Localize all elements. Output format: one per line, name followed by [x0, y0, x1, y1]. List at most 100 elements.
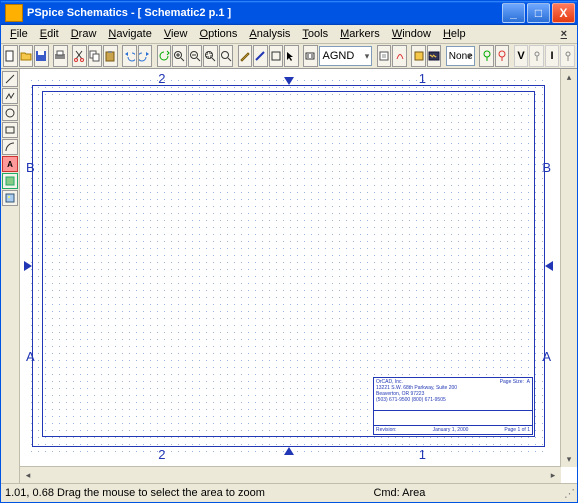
new-button[interactable]	[3, 45, 18, 67]
get-part-button[interactable]	[303, 45, 318, 67]
menu-view[interactable]: View	[158, 27, 194, 41]
line-icon	[5, 74, 15, 84]
scroll-left-button[interactable]: ◂	[20, 467, 36, 483]
menu-edit[interactable]: Edit	[34, 27, 65, 41]
redo-button[interactable]	[138, 45, 153, 67]
vertical-scrollbar[interactable]: ▴ ▾	[560, 69, 577, 467]
ruler-bottom-1: 1	[419, 447, 426, 462]
setup-icon	[413, 50, 425, 62]
undo-button[interactable]	[122, 45, 137, 67]
copy-button[interactable]	[88, 45, 103, 67]
titlebar[interactable]: PSpice Schematics - [ Schematic2 p.1 ] _…	[1, 1, 577, 25]
rect-icon	[5, 125, 15, 135]
marker-i-button[interactable]	[495, 45, 510, 67]
canvas[interactable]: 2 1 2 1 B A B A OrCAD, Inc.	[20, 69, 577, 483]
ruler-right-b: B	[542, 160, 551, 175]
text-icon: A	[7, 160, 13, 169]
letter-v: V	[517, 50, 524, 62]
menu-analysis[interactable]: Analysis	[243, 27, 296, 41]
menu-help[interactable]: Help	[437, 27, 472, 41]
save-button[interactable]	[34, 45, 49, 67]
minimize-button[interactable]: _	[502, 3, 525, 23]
mode-combo[interactable]: None	[446, 46, 475, 66]
pencil-icon	[239, 50, 251, 62]
draw-wire-button[interactable]	[238, 45, 253, 67]
menu-file[interactable]: File	[4, 27, 34, 41]
menubar: File Edit Draw Navigate View Options Ana…	[1, 25, 577, 44]
ruler-top-2: 2	[158, 71, 165, 86]
zoom-out-icon	[189, 50, 201, 62]
ruler-bottom-2: 2	[158, 447, 165, 462]
cut-button[interactable]	[72, 45, 87, 67]
horizontal-scrollbar[interactable]: ◂ ▸	[20, 466, 561, 483]
print-button[interactable]	[53, 45, 68, 67]
zoom-in-button[interactable]	[172, 45, 187, 67]
scroll-down-button[interactable]: ▾	[561, 451, 577, 467]
tb-phone: (503) 671-9500 (800) 671-9505	[376, 397, 530, 403]
resize-grip[interactable]: ⋰	[564, 487, 573, 500]
menu-markers[interactable]: Markers	[334, 27, 386, 41]
status-cmd: Cmd: Area	[373, 487, 425, 499]
part-name-combo[interactable]: AGND	[319, 46, 373, 66]
redraw-button[interactable]	[157, 45, 172, 67]
ruler-bottom-arrow	[284, 447, 294, 455]
statusbar: 1.01, 0.68 Drag the mouse to select the …	[1, 483, 577, 502]
undo-icon	[123, 50, 135, 62]
window-title: PSpice Schematics - [ Schematic2 p.1 ]	[27, 7, 231, 19]
tb-page-label: Page	[504, 427, 516, 433]
new-icon	[4, 50, 16, 62]
current-display-button[interactable]: I	[545, 45, 560, 67]
open-button[interactable]	[19, 45, 34, 67]
draw-bus-button[interactable]	[253, 45, 268, 67]
draw-block-button[interactable]	[269, 45, 284, 67]
app-icon	[5, 4, 23, 22]
simulate-icon	[428, 50, 440, 62]
attrs-icon	[378, 50, 390, 62]
scroll-up-button[interactable]: ▴	[561, 69, 577, 85]
tool-picture[interactable]	[2, 190, 18, 206]
paste-icon	[104, 50, 116, 62]
tool-text[interactable]: A	[2, 156, 18, 172]
current-toggle-button[interactable]	[560, 45, 575, 67]
toolbar: AGND None V I	[1, 44, 577, 69]
marker-v-button[interactable]	[479, 45, 494, 67]
zoom-area-icon	[204, 50, 216, 62]
draw-text-button[interactable]	[284, 45, 299, 67]
picture-icon	[5, 193, 15, 203]
tool-rect[interactable]	[2, 122, 18, 138]
menu-draw[interactable]: Draw	[65, 27, 103, 41]
menu-options[interactable]: Options	[194, 27, 244, 41]
ruler-left-arrow	[24, 261, 32, 271]
zoom-fit-button[interactable]	[219, 45, 234, 67]
paste-button[interactable]	[103, 45, 118, 67]
close-button[interactable]: X	[552, 3, 575, 23]
title-block: OrCAD, Inc. 13221 S.W. 68th Parkway, Sui…	[373, 377, 533, 435]
maximize-button[interactable]: □	[527, 3, 550, 23]
tool-line[interactable]	[2, 71, 18, 87]
circle-icon	[5, 108, 15, 118]
voltage-display-button[interactable]: V	[514, 45, 529, 67]
tool-insert[interactable]	[2, 173, 18, 189]
cut-icon	[73, 50, 85, 62]
zoom-in-icon	[173, 50, 185, 62]
edit-symbol-button[interactable]	[392, 45, 407, 67]
tb-rev-label: Revision:	[376, 427, 397, 433]
setup-button[interactable]	[411, 45, 426, 67]
save-icon	[35, 50, 47, 62]
tool-arc[interactable]	[2, 139, 18, 155]
ruler-right-arrow	[545, 261, 553, 271]
letter-i: I	[551, 50, 554, 62]
menu-navigate[interactable]: Navigate	[102, 27, 157, 41]
mdi-close-button[interactable]: ×	[555, 27, 573, 41]
tool-polyline[interactable]	[2, 88, 18, 104]
tool-circle[interactable]	[2, 105, 18, 121]
zoom-out-button[interactable]	[188, 45, 203, 67]
menu-window[interactable]: Window	[386, 27, 437, 41]
edit-attrs-button[interactable]	[377, 45, 392, 67]
simulate-button[interactable]	[427, 45, 442, 67]
ruler-top-arrow	[284, 77, 294, 85]
zoom-area-button[interactable]	[203, 45, 218, 67]
scroll-right-button[interactable]: ▸	[545, 467, 561, 483]
voltage-toggle-button[interactable]	[529, 45, 544, 67]
menu-tools[interactable]: Tools	[296, 27, 334, 41]
